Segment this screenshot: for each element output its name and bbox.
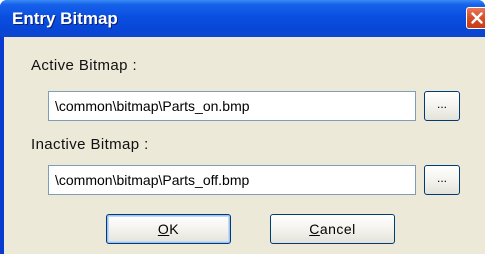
active-bitmap-field[interactable]: \common\bitmap\Parts_on.bmp <box>48 91 416 121</box>
inactive-bitmap-field[interactable]: \common\bitmap\Parts_off.bmp <box>48 165 416 195</box>
window-bottom-edge <box>0 254 485 260</box>
title-bar[interactable]: Entry Bitmap <box>0 0 485 37</box>
dialog-client-area: Active Bitmap : \common\bitmap\Parts_on.… <box>4 37 485 260</box>
close-button[interactable] <box>466 7 485 29</box>
active-bitmap-label: Active Bitmap : <box>31 57 138 74</box>
window-title: Entry Bitmap <box>12 9 118 28</box>
active-browse-button[interactable]: ... <box>424 91 460 121</box>
close-icon <box>467 8 485 28</box>
dialog-window: Entry Bitmap Active Bitmap : \common\bit… <box>0 0 485 260</box>
cancel-button[interactable]: Cancel <box>270 214 395 244</box>
inactive-bitmap-label: Inactive Bitmap : <box>31 136 149 153</box>
inactive-browse-button[interactable]: ... <box>424 165 460 195</box>
ok-button[interactable]: OK <box>106 214 231 244</box>
